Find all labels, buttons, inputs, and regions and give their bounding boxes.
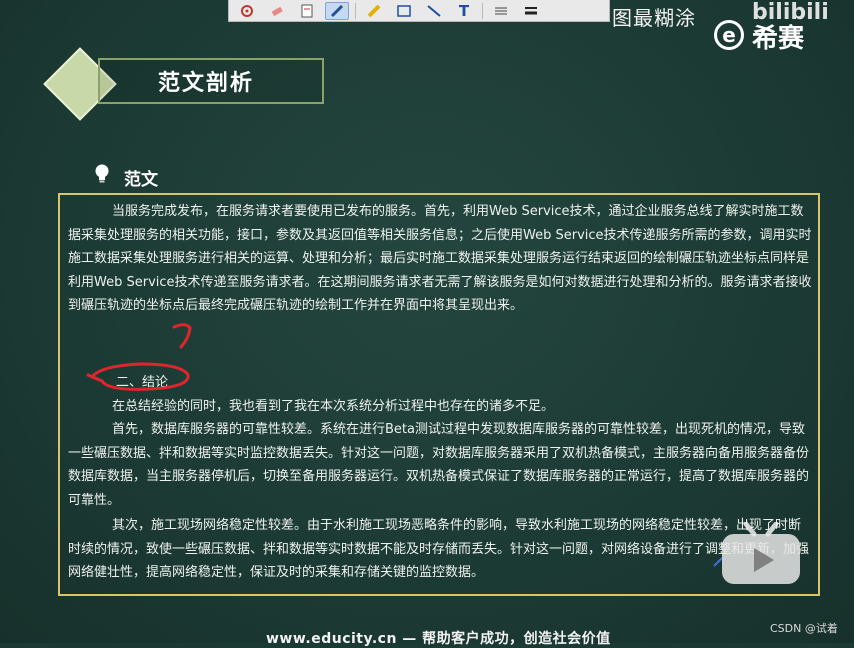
annotation-toolbar: T	[228, 0, 610, 22]
line-width-thin-icon[interactable]	[489, 2, 513, 20]
pen-tool-icon[interactable]	[325, 1, 349, 20]
highlighter-icon[interactable]	[362, 2, 386, 20]
lightbulb-icon	[95, 164, 109, 183]
conclusion-heading: 二、结论	[116, 375, 169, 390]
text-tool-icon[interactable]: T	[452, 2, 476, 20]
line-tool-icon[interactable]	[422, 2, 446, 20]
essay-paragraph: 当服务完成发布，在服务请求者要使用已发布的服务。首先，利用Web Service…	[68, 204, 812, 314]
xisai-logo-icon: e	[714, 20, 744, 50]
toolbar-divider	[482, 2, 483, 19]
eraser-icon[interactable]	[265, 2, 289, 20]
clear-page-icon[interactable]	[295, 2, 319, 20]
pointer-tool-icon[interactable]	[235, 2, 259, 20]
page-title: 范文剖析	[158, 71, 255, 96]
footer-slogan: www.educity.cn — 帮助客户成功，创造社会价值	[266, 631, 611, 647]
brand-name: 希赛	[752, 24, 805, 54]
toolbar-divider	[355, 2, 356, 19]
title-banner: 范文剖析	[98, 58, 324, 104]
conclusion-intro-paragraph: 在总结经验的同时，我也看到了我在本次系统分析过程中也存在的诸多不足。	[112, 399, 555, 414]
video-overlay-text: 图最糊涂	[612, 6, 696, 30]
rectangle-tool-icon[interactable]	[392, 2, 416, 20]
line-width-thick-icon[interactable]	[519, 2, 543, 20]
bilibili-tv-icon[interactable]	[718, 522, 804, 586]
conclusion-paragraph-first: 首先，数据库服务器的可靠性较差。系统在进行Beta测试过程中发现数据库服务器的可…	[68, 422, 810, 508]
conclusion-paragraph-second: 其次，施工现场网络稳定性较差。由于水利施工现场恶略条件的影响，导致水利施工现场的…	[68, 518, 810, 581]
text-tool-label: T	[458, 1, 470, 20]
csdn-watermark: CSDN @试着	[770, 622, 838, 635]
section-label: 范文	[124, 170, 158, 190]
